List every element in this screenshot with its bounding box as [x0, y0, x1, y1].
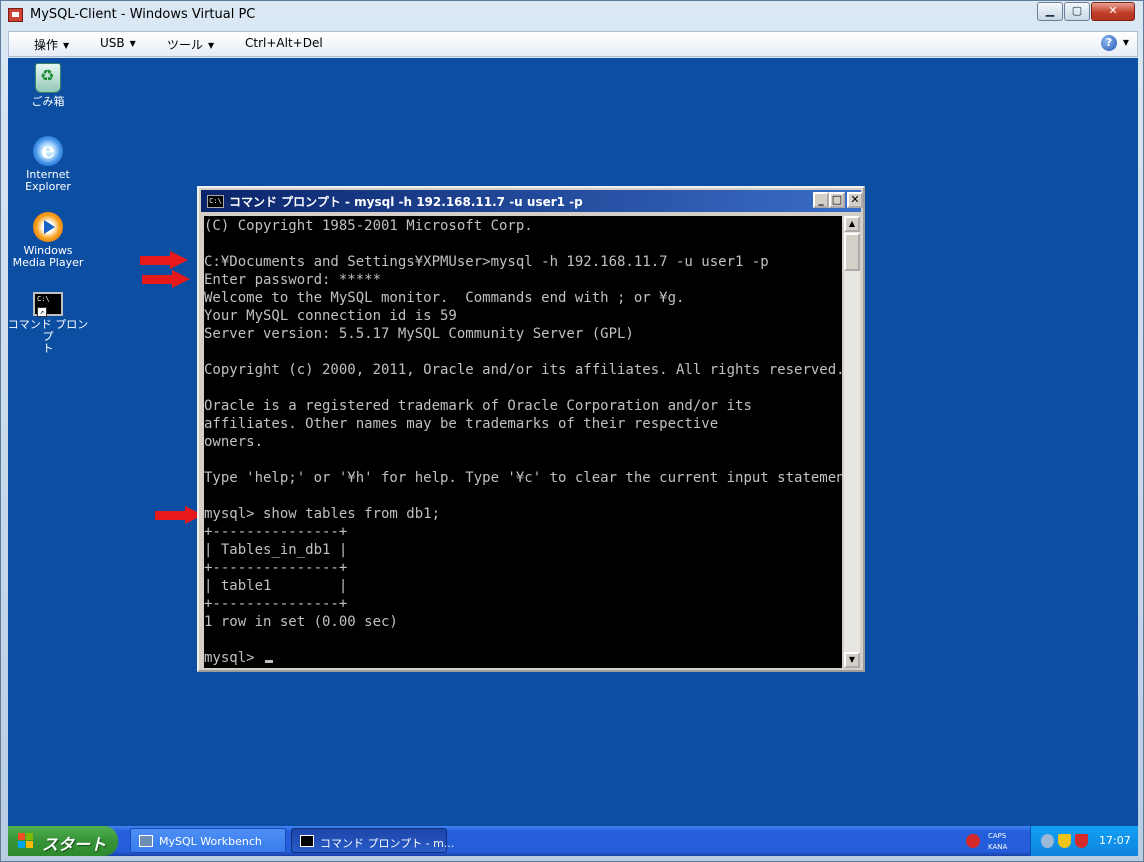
guest-desktop: ごみ箱 e Internet Explorer Windows Media Pl… [8, 58, 1138, 826]
command-prompt-icon-text: C:\ [37, 295, 50, 303]
chevron-down-icon: ▼ [63, 41, 70, 50]
cmd-minimize-button[interactable]: _ [813, 192, 829, 208]
caps-indicator: CAPS [988, 832, 1007, 840]
console-line: 1 row in set (0.00 sec) [204, 614, 398, 630]
menu-tools[interactable]: ツール ▼ [167, 36, 214, 53]
command-prompt-icon [300, 835, 314, 847]
console-line: Server version: 5.5.17 MySQL Community S… [204, 326, 634, 342]
desktop-icon-label: コマンド プロンプ [8, 318, 89, 343]
start-label: スタート [42, 835, 107, 854]
vertical-scrollbar[interactable]: ▲ ▼ [844, 216, 860, 668]
desktop-icon-label: ごみ箱 [31, 95, 65, 108]
console-line: | Tables_in_db1 | [204, 542, 348, 558]
chevron-down-icon[interactable]: ▼ [1123, 38, 1129, 47]
console-output[interactable]: (C) Copyright 1985-2001 Microsoft Corp. … [204, 216, 842, 668]
minimize-button[interactable]: ▁ [1037, 2, 1063, 21]
system-tray: 17:07 [1030, 826, 1138, 856]
chevron-down-icon: ▼ [129, 39, 136, 48]
ime-icon [966, 834, 980, 848]
console-line: mysql> show tables from db1; [204, 506, 441, 522]
taskbar-button-command-prompt[interactable]: コマンド プロンプト - m... [291, 828, 454, 853]
kana-indicator: KANA [988, 843, 1008, 851]
console-line: +---------------+ [204, 596, 348, 612]
desktop-icon-label: Media Player [12, 256, 84, 269]
recycle-bin-icon [35, 63, 61, 93]
menu-ctrl-alt-del[interactable]: Ctrl+Alt+Del [245, 36, 323, 50]
menu-usb[interactable]: USB ▼ [100, 36, 136, 50]
console-prompt-line[interactable]: mysql> [204, 649, 274, 667]
scroll-thumb[interactable] [844, 233, 860, 271]
security-alert-icon[interactable] [1075, 834, 1088, 848]
windows-logo-icon [18, 833, 34, 849]
maximize-button[interactable]: ▢ [1064, 2, 1090, 21]
shortcut-arrow-icon: ↗ [37, 307, 47, 317]
cmd-maximize-button[interactable]: □ [829, 192, 845, 208]
close-button[interactable]: ✕ [1091, 2, 1135, 21]
command-prompt-icon: C:\ [207, 195, 224, 208]
console-line: Your MySQL connection id is 59 [204, 308, 457, 324]
menu-bar: 操作 ▼ USB ▼ ツール ▼ Ctrl+Alt+Del ? ▼ [8, 31, 1138, 57]
taskbar-button-mysql-workbench[interactable]: MySQL Workbench [130, 828, 286, 853]
media-player-icon [33, 212, 63, 242]
menu-action-label: 操作 [34, 38, 59, 52]
taskbar-button-label: コマンド プロンプト - m... [320, 837, 455, 850]
console-line: affiliates. Other names may be trademark… [204, 416, 719, 432]
virtual-pc-app-icon [8, 8, 23, 22]
console-line: Type 'help;' or '¥h' for help. Type '¥c'… [204, 470, 842, 486]
desktop-icon-media-player[interactable]: Windows Media Player [8, 212, 92, 269]
desktop-icon-label: ト [42, 342, 54, 355]
security-shield-icon[interactable] [1058, 834, 1071, 848]
menu-usb-label: USB [100, 36, 125, 50]
menu-tools-label: ツール [167, 38, 204, 52]
console-line: Welcome to the MySQL monitor. Commands e… [204, 290, 685, 306]
console-line: | table1 | [204, 578, 348, 594]
scroll-down-button[interactable]: ▼ [844, 652, 860, 668]
help-icon[interactable]: ? [1101, 35, 1117, 51]
desktop-icon-internet-explorer[interactable]: e Internet Explorer [8, 136, 92, 193]
desktop-icon-recycle-bin[interactable]: ごみ箱 [8, 63, 92, 108]
chevron-down-icon: ▼ [208, 41, 215, 50]
ime-indicator[interactable]: CAPS KANA [958, 828, 1028, 854]
clock[interactable]: 17:07 [1099, 834, 1131, 847]
virtual-pc-window: MySQL-Client - Windows Virtual PC ▁ ▢ ✕ … [0, 0, 1144, 862]
console-line: +---------------+ [204, 560, 348, 576]
network-icon[interactable] [1041, 834, 1054, 848]
internet-explorer-icon: e [33, 136, 63, 166]
red-arrow-annotation-icon [142, 270, 192, 288]
mysql-workbench-icon [139, 835, 153, 847]
console-line: Enter password: ***** [204, 272, 382, 288]
cmd-titlebar[interactable]: C:\ コマンド プロンプト - mysql -h 192.168.11.7 -… [201, 190, 863, 212]
console-line: Oracle is a registered trademark of Orac… [204, 398, 752, 414]
desktop-icon-label: Explorer [25, 180, 71, 193]
window-titlebar[interactable]: MySQL-Client - Windows Virtual PC ▁ ▢ ✕ [1, 1, 1143, 29]
desktop-icon-command-prompt[interactable]: C:\ ↗ コマンド プロンプ ト [8, 292, 92, 355]
console-line: Copyright (c) 2000, 2011, Oracle and/or … [204, 362, 842, 378]
cmd-close-button[interactable]: ✕ [847, 192, 863, 208]
text-cursor [265, 660, 274, 663]
console-line: C:¥Documents and Settings¥XPMUser>mysql … [204, 254, 769, 270]
console-line: +---------------+ [204, 524, 348, 540]
menu-ctrl-alt-del-label: Ctrl+Alt+Del [245, 36, 323, 50]
console-line: (C) Copyright 1985-2001 Microsoft Corp. [204, 218, 533, 234]
cmd-window-title: コマンド プロンプト - mysql -h 192.168.11.7 -u us… [229, 195, 583, 209]
menu-action[interactable]: 操作 ▼ [34, 36, 69, 53]
start-button[interactable]: スタート [8, 826, 118, 856]
taskbar-button-label: MySQL Workbench [159, 835, 262, 848]
command-prompt-window: C:\ コマンド プロンプト - mysql -h 192.168.11.7 -… [197, 186, 865, 672]
red-arrow-annotation-icon [140, 251, 190, 269]
command-prompt-icon: C:\ ↗ [33, 292, 63, 317]
console-line: owners. [204, 434, 264, 450]
scroll-up-button[interactable]: ▲ [844, 216, 860, 232]
window-title: MySQL-Client - Windows Virtual PC [30, 7, 256, 22]
taskbar: スタート MySQL Workbench コマンド プロンプト - m... C… [8, 826, 1138, 856]
console-prompt: mysql> [204, 650, 264, 666]
